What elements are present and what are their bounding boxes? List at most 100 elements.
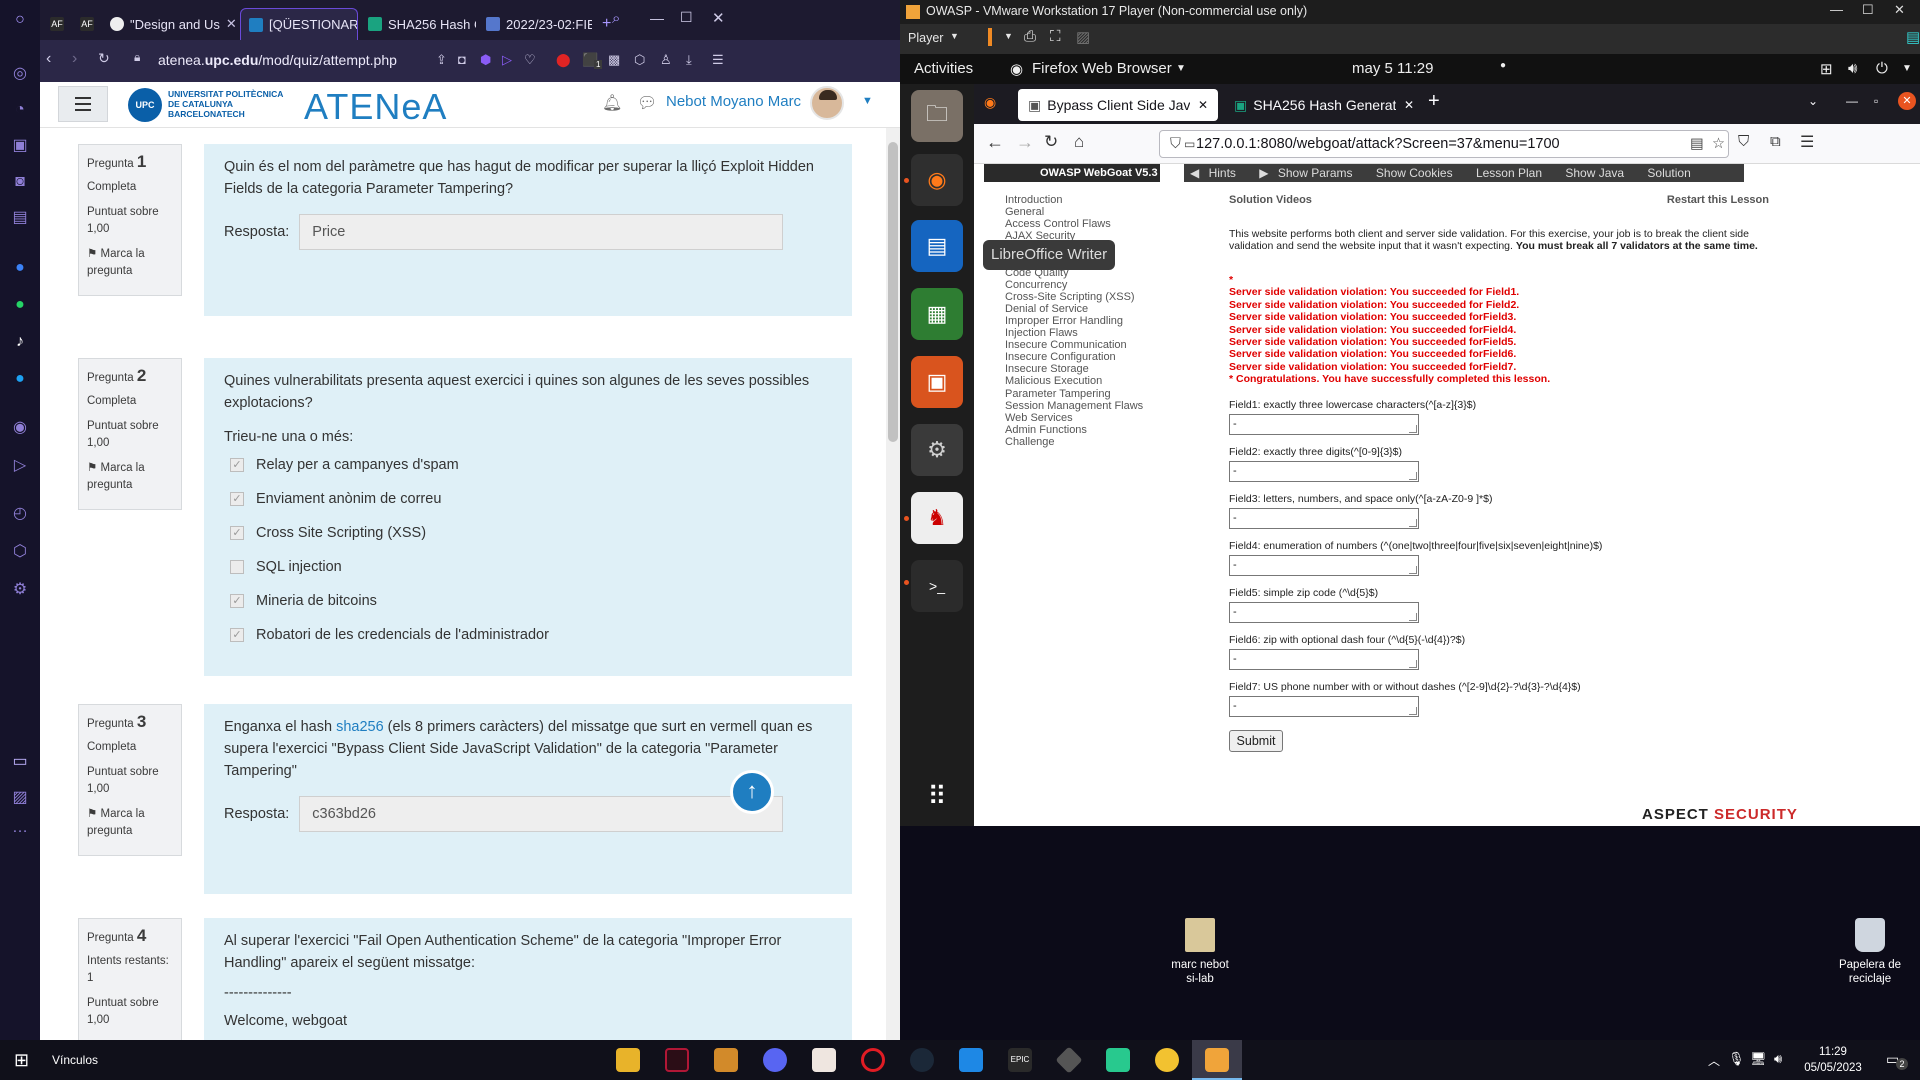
fullscreen-icon[interactable]: ⛶	[1050, 28, 1061, 45]
user-name[interactable]: Nebot Moyano Marc	[666, 93, 801, 110]
tab-fib[interactable]: 2022/23-02:FIB- ✕	[478, 8, 592, 40]
sidebar-item[interactable]: Admin Functions	[1005, 424, 1185, 436]
menu-show-cookies[interactable]: Show Cookies	[1376, 166, 1453, 180]
field3-input[interactable]: -	[1229, 507, 1419, 529]
search-tabs-icon[interactable]: ⌕	[612, 10, 620, 27]
adblock-icon[interactable]: ⬤	[556, 52, 571, 68]
tab-sha256-generator[interactable]: ▣ SHA256 Hash Generator ✕	[1224, 89, 1424, 121]
sidebar-panel-icon[interactable]: ▭	[10, 752, 30, 772]
avatar[interactable]	[810, 86, 844, 120]
app-yellow-icon[interactable]	[1155, 1048, 1179, 1072]
chat-icon[interactable]: 💬︎	[637, 93, 657, 113]
close-window-icon[interactable]: ✕	[712, 9, 725, 27]
minimize-icon[interactable]: —	[1830, 2, 1843, 17]
extension-icon[interactable]: ▩	[608, 52, 620, 68]
opera-menu-icon[interactable]: ○	[10, 10, 30, 30]
scroll-to-top-button[interactable]: ↑	[730, 770, 774, 814]
chevron-down-icon[interactable]: ▼	[862, 95, 873, 107]
gamepad-icon[interactable]: ◎	[10, 64, 30, 84]
sidebar-item[interactable]: Injection Flaws	[1005, 327, 1185, 339]
microphone-icon[interactable]: 🎙︎	[1728, 1051, 1745, 1067]
scrollbar-thumb[interactable]	[888, 142, 898, 442]
game-icon[interactable]	[812, 1048, 836, 1072]
sidebar-item[interactable]: Denial of Service	[1005, 303, 1185, 315]
sidebar-item[interactable]: Parameter Tampering	[1005, 388, 1185, 400]
tiktok-icon[interactable]: ♪	[10, 332, 30, 352]
sidebar-item[interactable]: Insecure Communication	[1005, 339, 1185, 351]
field5-input[interactable]: -	[1229, 601, 1419, 623]
send-icon[interactable]: ▷	[502, 52, 512, 68]
vmware-taskbar-button[interactable]	[1192, 1040, 1242, 1080]
bag-icon[interactable]: ▣	[10, 136, 30, 156]
menu-lesson-plan[interactable]: Lesson Plan	[1476, 166, 1542, 180]
home-icon[interactable]: ⌂	[1074, 132, 1084, 152]
sidebar-item[interactable]: Insecure Configuration	[1005, 351, 1185, 363]
messenger-icon[interactable]: ●	[10, 258, 30, 278]
flag-question-link[interactable]: ⚑ Marca la pregunta	[87, 806, 173, 840]
libreoffice-writer-icon[interactable]: ▤	[911, 220, 963, 272]
minimize-icon[interactable]: —	[650, 10, 664, 26]
field7-input[interactable]: -	[1229, 695, 1419, 717]
firefox-view-icon[interactable]: ◉	[984, 94, 996, 111]
back-icon[interactable]: ←	[986, 132, 1004, 153]
reload-icon[interactable]: ↻	[1044, 132, 1058, 152]
atenea-logo[interactable]: ATENeA	[304, 86, 447, 128]
tab-questionari[interactable]: [QÜESTIONARI] ✕	[240, 8, 358, 40]
flag-question-link[interactable]: ⚑ Marca la pregunta	[87, 246, 173, 280]
app-icon[interactable]	[665, 1048, 689, 1072]
close-window-icon[interactable]: ✕	[1894, 2, 1905, 18]
twitter-icon[interactable]: ●	[10, 369, 30, 389]
chevron-down-icon[interactable]: ▼	[1004, 31, 1013, 41]
submit-button[interactable]: Submit	[1229, 729, 1283, 752]
sidebar-item[interactable]: Cross-Site Scripting (XSS)	[1005, 291, 1185, 303]
heart-icon[interactable]: ♡	[524, 52, 536, 68]
tab-bypass-client-side[interactable]: ▣ Bypass Client Side JavaSc ✕	[1018, 89, 1218, 121]
reader-view-icon[interactable]: ▤	[1690, 131, 1704, 157]
network-icon[interactable]: ⊞	[1820, 60, 1833, 78]
next-hint-icon[interactable]: ▶	[1259, 166, 1268, 180]
option-row[interactable]: ✓ Cross Site Scripting (XSS)	[224, 516, 832, 550]
extensions-icon[interactable]: ⧉	[1770, 133, 1781, 150]
webgoat-icon[interactable]: ♞	[911, 492, 963, 544]
menu-solution[interactable]: Solution	[1647, 166, 1690, 180]
hamburger-menu-button[interactable]	[58, 86, 108, 122]
sidebar-item[interactable]: Access Control Flaws	[1005, 218, 1185, 230]
tab-pinned-2[interactable]: AF	[72, 8, 106, 40]
option-row[interactable]: ✓ Mineria de bitcoins	[224, 584, 832, 618]
devices-icon[interactable]: ⎙	[1024, 28, 1036, 45]
list-tabs-icon[interactable]: ⌄	[1808, 94, 1818, 108]
sha256-link[interactable]: sha256	[336, 719, 384, 735]
tab-design-and-use[interactable]: "Design and Us ✕	[102, 8, 238, 40]
sidebar-item[interactable]: Concurrency	[1005, 279, 1185, 291]
upc-logo[interactable]: UPC	[128, 88, 162, 122]
sidebar-item[interactable]: Web Services	[1005, 412, 1185, 424]
libreoffice-calc-icon[interactable]: ▦	[911, 288, 963, 340]
power-icon[interactable]: ⏻	[1876, 60, 1888, 77]
close-tab-icon[interactable]: ✕	[1198, 98, 1208, 112]
libreoffice-impress-icon[interactable]: ▣	[911, 356, 963, 408]
option-row[interactable]: SQL injection	[224, 550, 832, 584]
field4-input[interactable]: -	[1229, 554, 1419, 576]
maximize-icon[interactable]: ☐	[680, 9, 693, 26]
windows-start-icon[interactable]: ⊞	[14, 1050, 29, 1071]
flag-question-link[interactable]: ⚑ Marca la pregunta	[87, 460, 173, 494]
player-icon[interactable]: ◉	[10, 418, 30, 438]
menu-show-java[interactable]: Show Java	[1565, 166, 1624, 180]
game-launcher-icon[interactable]	[714, 1048, 738, 1072]
back-icon[interactable]: ‹	[46, 50, 51, 68]
send-icon[interactable]: ▷	[10, 456, 30, 476]
checkbox[interactable]: ✓	[230, 594, 244, 608]
checkbox[interactable]: ✓	[230, 492, 244, 506]
snapshot-icon[interactable]: ◘	[458, 52, 466, 67]
answer-input[interactable]: c363bd26	[299, 796, 784, 832]
volume-icon[interactable]: 🔊︎	[1774, 1051, 1782, 1067]
sidebar-item[interactable]: Introduction	[1005, 194, 1185, 206]
option-row[interactable]: ✓ Enviament anònim de correu	[224, 482, 832, 516]
cube-icon[interactable]: ⬡	[634, 52, 645, 68]
speed-dial-icon[interactable]: ◔	[10, 100, 30, 120]
maximize-icon[interactable]: ▫	[1874, 94, 1878, 108]
desktop-folder-icon[interactable]: marc nebot si-lab	[1165, 918, 1235, 986]
shield-icon[interactable]: ⛉	[1170, 131, 1181, 157]
forward-icon[interactable]: →	[1016, 132, 1034, 153]
taskbar-clock[interactable]: 11:29 05/05/2023	[1798, 1044, 1868, 1076]
